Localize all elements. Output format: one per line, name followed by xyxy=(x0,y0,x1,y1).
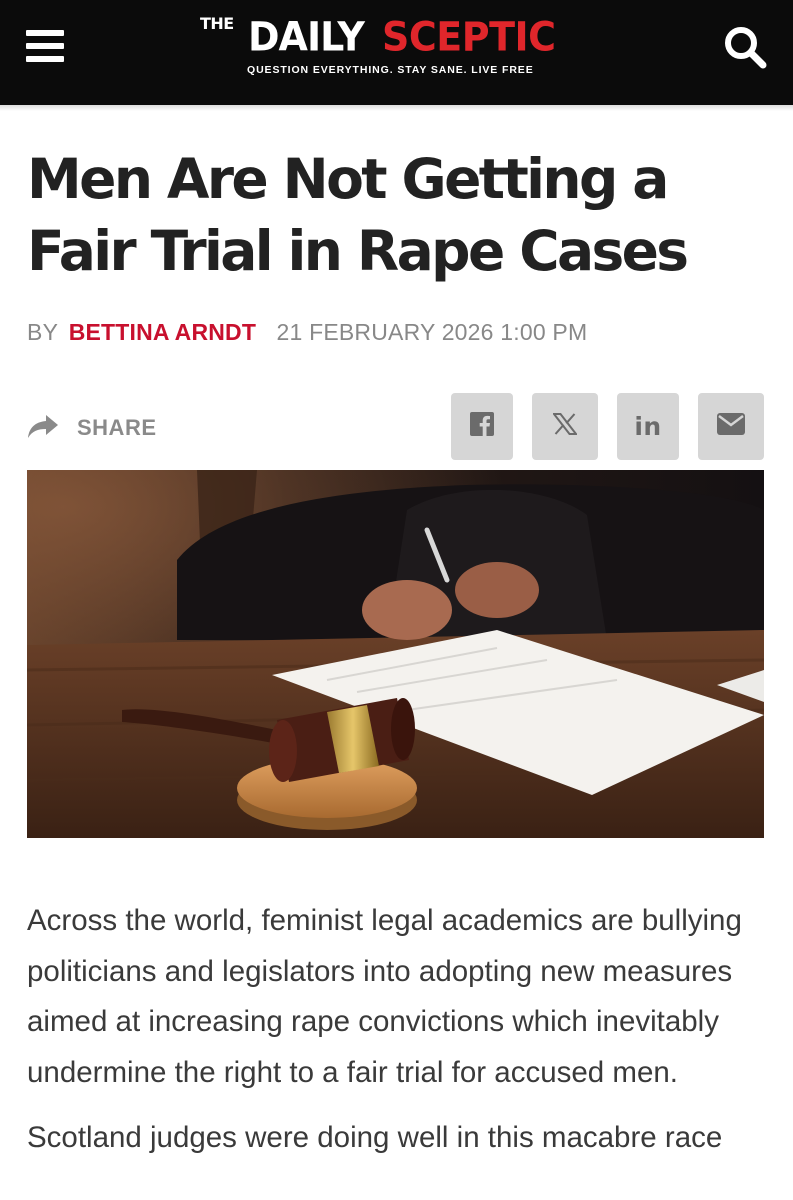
share-x-button[interactable] xyxy=(532,393,598,460)
logo-daily: DAILY xyxy=(248,13,365,61)
site-logo[interactable]: THE DAILY SCEPTIC QUESTION EVERYTHING. S… xyxy=(200,14,595,84)
article-paragraph: Across the world, feminist legal academi… xyxy=(27,904,742,1089)
logo-sceptic: SCEPTIC xyxy=(382,13,556,61)
article-hero-image xyxy=(27,470,764,838)
byline: BY BETTINA ARNDT 21 FEBRUARY 2026 1:00 P… xyxy=(27,319,587,345)
header-shadow xyxy=(0,105,793,111)
article-paragraph: Scotland judges were doing well in this … xyxy=(27,1121,723,1154)
share-linkedin-button[interactable]: in xyxy=(617,393,679,460)
article-body: Across the world, feminist legal academi… xyxy=(27,896,772,1179)
x-icon xyxy=(551,413,579,440)
email-icon xyxy=(717,413,745,440)
linkedin-icon: in xyxy=(634,412,662,441)
site-header: THE DAILY SCEPTIC QUESTION EVERYTHING. S… xyxy=(0,0,793,105)
author-link[interactable]: BETTINA ARNDT xyxy=(69,319,256,345)
share-arrow-icon xyxy=(27,413,59,444)
share-email-button[interactable] xyxy=(698,393,764,460)
share-label: SHARE xyxy=(77,415,157,440)
byline-prefix: BY xyxy=(27,319,59,345)
search-icon[interactable] xyxy=(722,24,768,70)
article-title: Men Are Not Getting a Fair Trial in Rape… xyxy=(27,147,689,283)
facebook-icon xyxy=(470,412,494,441)
publish-date: 21 FEBRUARY 2026 1:00 PM xyxy=(276,319,588,345)
hamburger-menu-icon[interactable] xyxy=(26,28,66,64)
logo-tagline: QUESTION EVERYTHING. STAY SANE. LIVE FRE… xyxy=(247,64,534,76)
logo-the: THE xyxy=(200,14,234,33)
share-row: SHARE xyxy=(27,410,157,446)
share-facebook-button[interactable] xyxy=(451,393,513,460)
